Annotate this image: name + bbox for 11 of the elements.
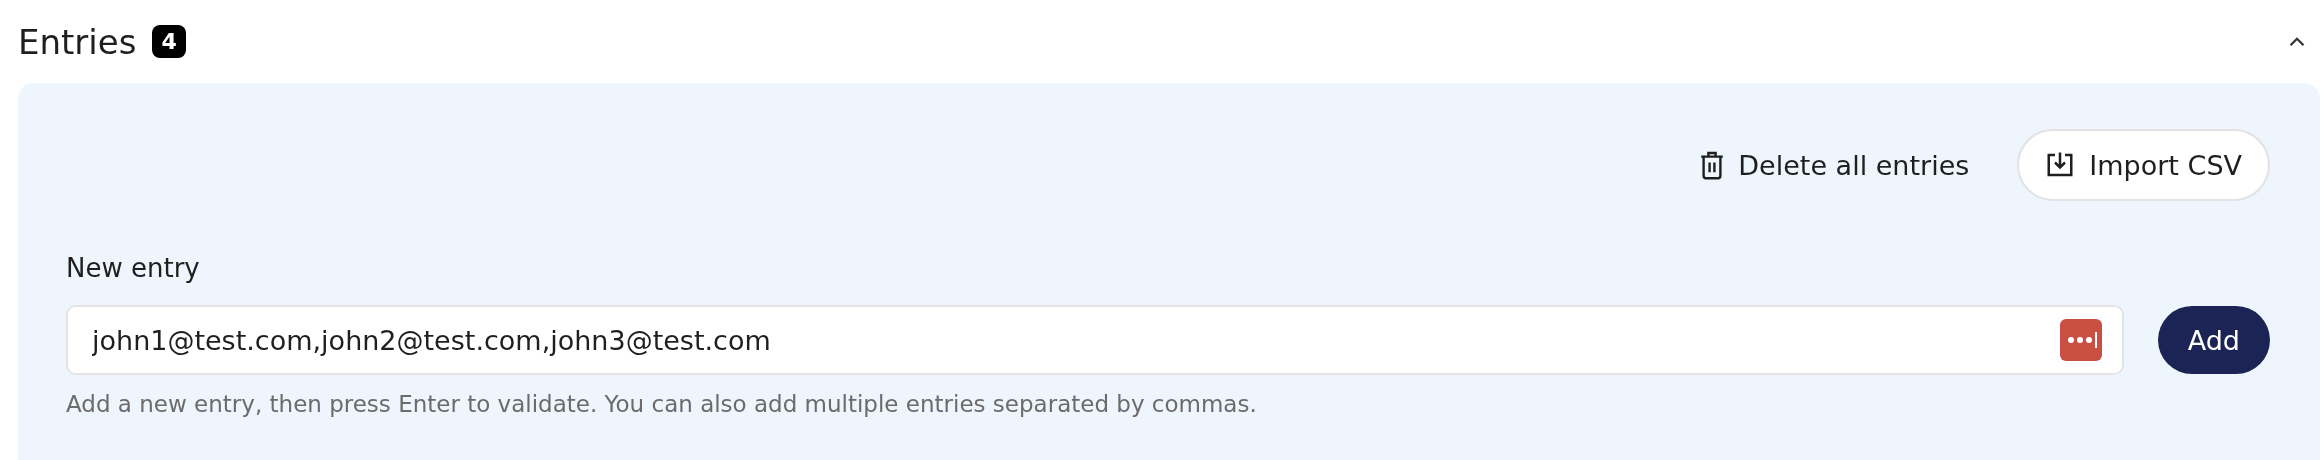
section-title: Entries bbox=[18, 21, 137, 62]
password-manager-icon[interactable] bbox=[2059, 319, 2102, 361]
delete-all-button[interactable]: Delete all entries bbox=[1700, 149, 1970, 181]
help-text: Add a new entry, then press Enter to validate. You can also add multiple entries separated by commas. bbox=[66, 391, 1258, 417]
field-label: New entry bbox=[66, 253, 201, 283]
trash-icon bbox=[1700, 150, 1725, 180]
import-csv-button[interactable]: Import CSV bbox=[2017, 129, 2270, 201]
download-tray-icon bbox=[2045, 151, 2076, 179]
entry-input-field[interactable]: john1@test.com,john2@test.com,john3@test.com bbox=[66, 305, 2124, 375]
add-button[interactable]: Add bbox=[2157, 306, 2270, 374]
count-badge: 4 bbox=[152, 25, 186, 58]
